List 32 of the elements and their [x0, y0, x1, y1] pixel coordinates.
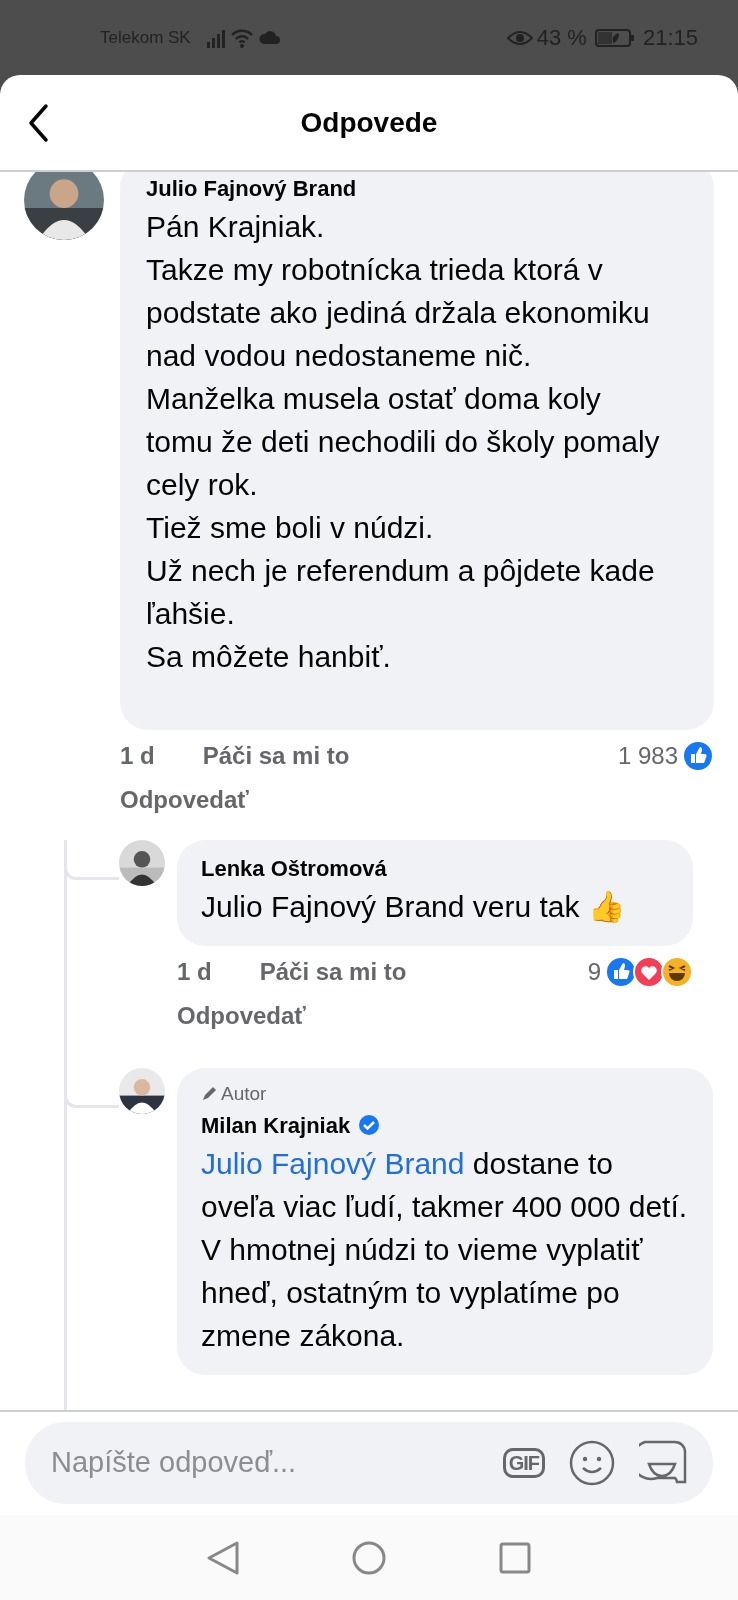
- mention-link[interactable]: Julio Fajnový Brand: [201, 1146, 465, 1180]
- reaction-count: 9: [587, 957, 601, 987]
- thumbs-up-emoji: 👍: [587, 890, 625, 923]
- like-link[interactable]: Páči sa mi to: [259, 954, 407, 990]
- author-label: Autor: [221, 1082, 267, 1106]
- reply-input[interactable]: Napíšte odpoveď... GIF: [25, 1422, 713, 1504]
- avatar: [119, 840, 165, 886]
- author-name[interactable]: Milan Krajniak: [201, 1108, 351, 1142]
- thumbs-up-icon: [605, 956, 637, 988]
- reply-link[interactable]: Odpovedať: [177, 998, 588, 1034]
- emoji-button[interactable]: [569, 1440, 615, 1486]
- gif-button[interactable]: GIF: [502, 1448, 545, 1478]
- author-name[interactable]: Julio Fajnový Brand: [146, 172, 670, 205]
- comment-text: Pán Krajniak. Takze my robotnícka trieda ktorá v podstate ako jediná držala ekonomiku nad vodou nedostaneme nič. Manželka musela ostať doma koly tomu že deti nechodili do školy pomaly cely rok. Tiež sme boli v núdzi. Už nech je referendum a pôjdete kade ľahšie. Sa môžete hanbiť.: [146, 209, 661, 675]
- reaction-count: 1 983: [617, 741, 678, 771]
- laughing-face-icon: [661, 956, 693, 988]
- comment-age: 1 d: [177, 957, 212, 987]
- reply-text: Julio Fajnový Brand veru tak 👍: [201, 889, 626, 925]
- back-nav-button[interactable]: [205, 1539, 241, 1576]
- comment-age: 1 d: [120, 741, 155, 771]
- author-name[interactable]: Lenka Oštromová: [201, 852, 387, 885]
- reply-link[interactable]: Odpovedať: [120, 782, 618, 818]
- signal-icon: [206, 27, 226, 48]
- like-link[interactable]: Páči sa mi to: [202, 738, 350, 774]
- verified-icon: [358, 1114, 381, 1136]
- avatar: [119, 1068, 165, 1114]
- battery-icon: [594, 28, 635, 47]
- home-nav-button[interactable]: [351, 1539, 387, 1576]
- thumbs-up-icon: [682, 740, 714, 772]
- screen-title: Odpovede: [300, 105, 438, 140]
- pencil-icon: [201, 1086, 217, 1103]
- reply-text: Julio Fajnový Brand dostane to oveľa viac ľudí, takmer 400 000 detí. V hmotnej núdzi to vieme vyplatiť hneď, ostatným to vyplatíme po zmene zákona.: [201, 1145, 689, 1354]
